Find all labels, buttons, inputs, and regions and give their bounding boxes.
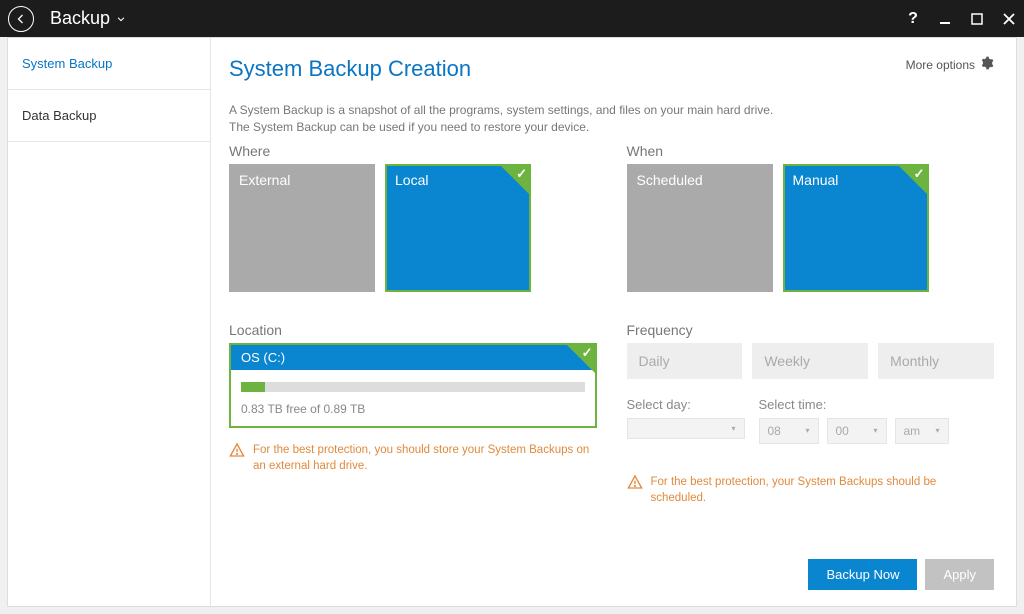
warning-text: For the best protection, you should stor… — [253, 442, 597, 474]
hour-dropdown[interactable]: 08 ▾ — [759, 418, 819, 444]
select-day-label: Select day: — [627, 397, 745, 412]
ampm-dropdown[interactable]: am ▾ — [895, 418, 949, 444]
checkmark-icon — [899, 166, 927, 194]
location-box[interactable]: OS (C:) 0.83 TB free of 0.89 TB — [229, 343, 597, 428]
help-icon[interactable]: ? — [906, 12, 920, 26]
checkmark-icon — [501, 166, 529, 194]
maximize-icon[interactable] — [970, 12, 984, 26]
location-label: Location — [229, 322, 597, 338]
gear-icon — [980, 56, 994, 73]
warning-icon — [627, 474, 643, 490]
sidebar: System Backup Data Backup — [8, 38, 211, 606]
tile-manual[interactable]: Manual — [783, 164, 929, 292]
minute-dropdown[interactable]: 00 ▾ — [827, 418, 887, 444]
frequency-monthly[interactable]: Monthly — [878, 343, 994, 379]
frequency-label: Frequency — [627, 322, 995, 338]
button-label: Backup Now — [826, 567, 899, 582]
tile-label: Scheduled — [637, 172, 703, 188]
freq-label: Weekly — [764, 353, 810, 369]
main-panel: System Backup Creation More options A Sy… — [211, 38, 1016, 606]
disk-usage-bar — [241, 382, 585, 392]
sidebar-item-data-backup[interactable]: Data Backup — [8, 90, 210, 142]
where-label: Where — [229, 143, 597, 159]
frequency-daily[interactable]: Daily — [627, 343, 743, 379]
page-title: System Backup Creation — [229, 56, 906, 82]
tile-local[interactable]: Local — [385, 164, 531, 292]
warning-text: For the best protection, your System Bac… — [651, 474, 995, 506]
location-section: Location OS (C:) 0.83 TB free of 0.89 TB — [229, 322, 597, 474]
warning-icon — [229, 442, 245, 458]
location-drive: OS (C:) — [231, 345, 595, 370]
back-button[interactable] — [8, 6, 34, 32]
backup-now-button[interactable]: Backup Now — [808, 559, 917, 590]
tile-scheduled[interactable]: Scheduled — [627, 164, 773, 292]
checkmark-icon — [567, 345, 595, 373]
frequency-section: Frequency Daily Weekly Monthly — [627, 322, 995, 506]
window-controls: ? — [906, 12, 1016, 26]
when-column: When Scheduled Manual Frequency Daily — [627, 143, 995, 506]
sidebar-item-label: System Backup — [22, 56, 112, 71]
description-line1: A System Backup is a snapshot of all the… — [229, 103, 773, 117]
minimize-icon[interactable] — [938, 12, 952, 26]
location-warning: For the best protection, you should stor… — [229, 442, 597, 474]
main-header: System Backup Creation More options — [229, 56, 994, 82]
minute-value: 00 — [836, 424, 849, 438]
select-time-label: Select time: — [759, 397, 949, 412]
apply-button[interactable]: Apply — [925, 559, 994, 590]
select-time-field: Select time: 08 ▾ 00 ▾ — [759, 397, 949, 444]
app-frame: System Backup Data Backup System Backup … — [7, 37, 1017, 607]
sidebar-item-system-backup[interactable]: System Backup — [8, 38, 210, 90]
frequency-warning: For the best protection, your System Bac… — [627, 474, 995, 506]
more-options-button[interactable]: More options — [906, 56, 994, 73]
select-day-dropdown[interactable]: ▾ — [627, 418, 745, 439]
chevron-down-icon: ▾ — [935, 426, 939, 435]
when-label: When — [627, 143, 995, 159]
where-column: Where External Local Location OS (C:) — [229, 143, 597, 506]
hour-value: 08 — [768, 424, 781, 438]
tile-label: Local — [395, 172, 428, 188]
titlebar: Backup ? — [0, 0, 1024, 37]
chevron-down-icon: ▾ — [731, 424, 735, 433]
tile-label: External — [239, 172, 290, 188]
chevron-down-icon: ▾ — [873, 426, 877, 435]
tile-external[interactable]: External — [229, 164, 375, 292]
action-buttons: Backup Now Apply — [808, 559, 994, 590]
description-text: A System Backup is a snapshot of all the… — [229, 102, 994, 137]
select-day-field: Select day: ▾ — [627, 397, 745, 444]
title-dropdown-icon[interactable] — [116, 14, 126, 24]
app-title: Backup — [50, 8, 110, 29]
disk-free-text: 0.83 TB free of 0.89 TB — [241, 402, 585, 416]
tile-label: Manual — [793, 172, 839, 188]
freq-label: Daily — [639, 353, 670, 369]
close-icon[interactable] — [1002, 12, 1016, 26]
description-line2: The System Backup can be used if you nee… — [229, 120, 589, 134]
disk-usage-fill — [241, 382, 265, 392]
freq-label: Monthly — [890, 353, 939, 369]
sidebar-item-label: Data Backup — [22, 108, 96, 123]
more-options-label: More options — [906, 58, 975, 72]
ampm-value: am — [904, 424, 921, 438]
chevron-down-icon: ▾ — [805, 426, 809, 435]
frequency-weekly[interactable]: Weekly — [752, 343, 868, 379]
button-label: Apply — [943, 567, 976, 582]
